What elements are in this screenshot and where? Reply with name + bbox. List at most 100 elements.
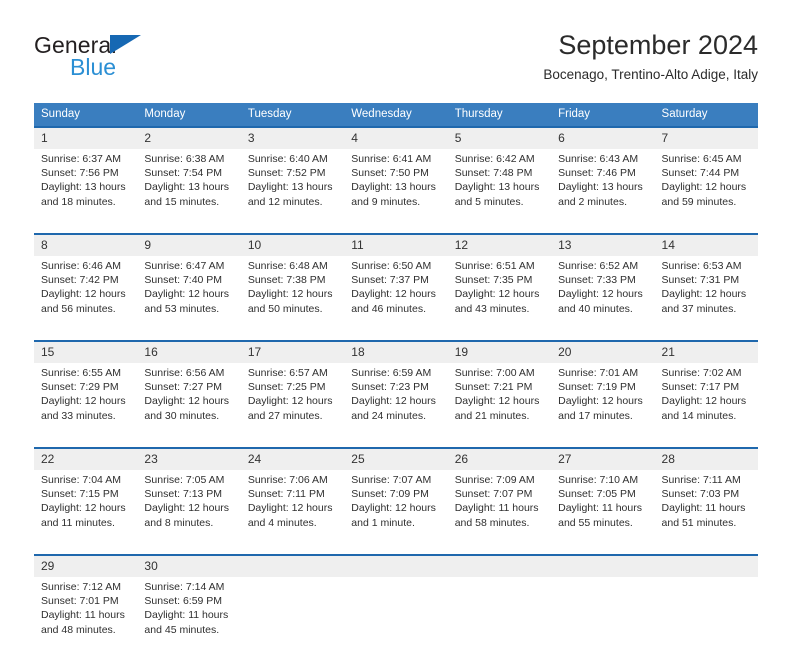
day-cell: Sunrise: 7:00 AM Sunset: 7:21 PM Dayligh… [447,363,552,438]
day-cell-empty [654,577,758,652]
sunrise-text: Sunrise: 6:48 AM [247,260,328,272]
calendar-page: General Blue September 2024 Bocenago, Tr… [0,0,792,652]
daylight-text-line2: and 17 minutes. [558,409,633,422]
day-number: 21 [654,340,758,363]
day-number: 28 [654,447,758,470]
week-4-info-row: Sunrise: 7:04 AM Sunset: 7:15 PM Dayligh… [34,470,758,545]
day-number: 7 [654,126,758,149]
logo-text-blue: Blue [70,54,117,80]
daylight-text-line1: Daylight: 12 hours [144,502,230,515]
weekday-header-monday: Monday [137,103,241,127]
day-number: 10 [240,233,345,256]
day-cell: Sunrise: 6:45 AM Sunset: 7:44 PM Dayligh… [654,149,758,224]
sunset-text: Sunset: 7:13 PM [144,488,223,501]
day-number: 16 [137,340,241,363]
day-number: 24 [240,447,345,470]
day-number-empty [344,554,448,577]
sunrise-text: Sunrise: 6:38 AM [144,153,225,165]
daylight-text-line1: Daylight: 12 hours [41,395,126,408]
sunrise-text: Sunrise: 6:57 AM [247,367,328,379]
day-number: 9 [137,233,241,256]
day-number: 19 [447,340,552,363]
daylight-text-line2: and 12 minutes. [247,195,323,208]
daylight-text-line1: Daylight: 12 hours [351,502,436,515]
sunrise-text: Sunrise: 6:55 AM [41,367,121,379]
sunset-text: Sunset: 7:38 PM [247,274,326,287]
day-cell-empty [551,577,655,652]
daylight-text-line2: and 55 minutes. [558,516,633,529]
page-subtitle: Bocenago, Trentino-Alto Adige, Italy [543,67,758,82]
sunrise-text: Sunrise: 6:50 AM [351,260,432,272]
daylight-text-line1: Daylight: 11 hours [558,502,642,515]
sunset-text: Sunset: 7:09 PM [351,488,429,501]
daylight-text-line1: Daylight: 12 hours [247,395,333,408]
week-1-daynum-row: 1 2 3 4 5 6 7 [34,126,758,149]
day-cell-empty [447,577,552,652]
sunset-text: Sunset: 7:11 PM [247,488,325,501]
daylight-text-line2: and 2 minutes. [558,195,627,208]
daylight-text-line1: Daylight: 12 hours [454,395,540,408]
daylight-text-line2: and 58 minutes. [454,516,530,529]
weekday-header-wednesday: Wednesday [344,103,448,127]
sunrise-text: Sunrise: 6:42 AM [454,153,535,165]
sunset-text: Sunset: 7:29 PM [41,381,119,394]
day-number: 26 [447,447,552,470]
day-cell: Sunrise: 6:53 AM Sunset: 7:31 PM Dayligh… [654,256,758,331]
daylight-text-line2: and 51 minutes. [661,516,737,529]
daylight-text-line1: Daylight: 11 hours [41,609,125,622]
day-cell: Sunrise: 7:11 AM Sunset: 7:03 PM Dayligh… [654,470,758,545]
day-cell: Sunrise: 6:59 AM Sunset: 7:23 PM Dayligh… [344,363,448,438]
day-number: 13 [551,233,655,256]
week-spacer [34,224,758,234]
sunset-text: Sunset: 7:52 PM [247,167,326,180]
daylight-text-line2: and 21 minutes. [454,409,530,422]
sunset-text: Sunset: 7:54 PM [144,167,223,180]
sunrise-text: Sunrise: 6:37 AM [41,153,121,165]
daylight-text-line1: Daylight: 12 hours [144,395,230,408]
week-3-info-row: Sunrise: 6:55 AM Sunset: 7:29 PM Dayligh… [34,363,758,438]
daylight-text-line2: and 1 minute. [351,516,415,529]
day-cell: Sunrise: 6:41 AM Sunset: 7:50 PM Dayligh… [344,149,448,224]
daylight-text-line2: and 50 minutes. [247,302,323,315]
daylight-text-line1: Daylight: 12 hours [558,395,643,408]
daylight-text-line2: and 46 minutes. [351,302,426,315]
daylight-text-line2: and 43 minutes. [454,302,530,315]
day-cell: Sunrise: 6:51 AM Sunset: 7:35 PM Dayligh… [447,256,552,331]
sunset-text: Sunset: 7:03 PM [661,488,740,501]
day-number: 12 [447,233,552,256]
sunrise-text: Sunrise: 7:09 AM [454,474,535,486]
daylight-text-line1: Daylight: 12 hours [661,395,747,408]
day-cell: Sunrise: 6:47 AM Sunset: 7:40 PM Dayligh… [137,256,241,331]
sunrise-text: Sunrise: 6:51 AM [454,260,535,272]
day-number: 18 [344,340,448,363]
day-cell: Sunrise: 6:40 AM Sunset: 7:52 PM Dayligh… [240,149,345,224]
week-spacer [34,438,758,448]
sunrise-text: Sunrise: 7:01 AM [558,367,639,379]
day-number-empty [654,554,758,577]
day-cell: Sunrise: 6:38 AM Sunset: 7:54 PM Dayligh… [137,149,241,224]
daylight-text-line2: and 45 minutes. [144,623,220,636]
day-number: 20 [551,340,655,363]
day-cell: Sunrise: 7:10 AM Sunset: 7:05 PM Dayligh… [551,470,655,545]
day-cell: Sunrise: 6:43 AM Sunset: 7:46 PM Dayligh… [551,149,655,224]
sunrise-text: Sunrise: 7:11 AM [661,474,741,486]
daylight-text-line1: Daylight: 12 hours [661,288,747,301]
week-4-daynum-row: 22 23 24 25 26 27 28 [34,447,758,470]
daylight-text-line2: and 37 minutes. [661,302,737,315]
week-5-info-row: Sunrise: 7:12 AM Sunset: 7:01 PM Dayligh… [34,577,758,652]
sunset-text: Sunset: 7:35 PM [454,274,533,287]
weekday-header-saturday: Saturday [654,103,758,127]
sunrise-text: Sunrise: 6:52 AM [558,260,639,272]
week-spacer [34,545,758,555]
sunset-text: Sunset: 7:01 PM [41,595,119,608]
day-cell: Sunrise: 7:05 AM Sunset: 7:13 PM Dayligh… [137,470,241,545]
weekday-header-sunday: Sunday [34,103,138,127]
sunset-text: Sunset: 7:25 PM [247,381,326,394]
daylight-text-line1: Daylight: 12 hours [144,288,230,301]
daylight-text-line2: and 15 minutes. [144,195,220,208]
day-cell: Sunrise: 6:42 AM Sunset: 7:48 PM Dayligh… [447,149,552,224]
daylight-text-line1: Daylight: 13 hours [454,181,540,194]
day-number: 15 [34,340,138,363]
sunrise-text: Sunrise: 7:06 AM [247,474,328,486]
day-number: 23 [137,447,241,470]
